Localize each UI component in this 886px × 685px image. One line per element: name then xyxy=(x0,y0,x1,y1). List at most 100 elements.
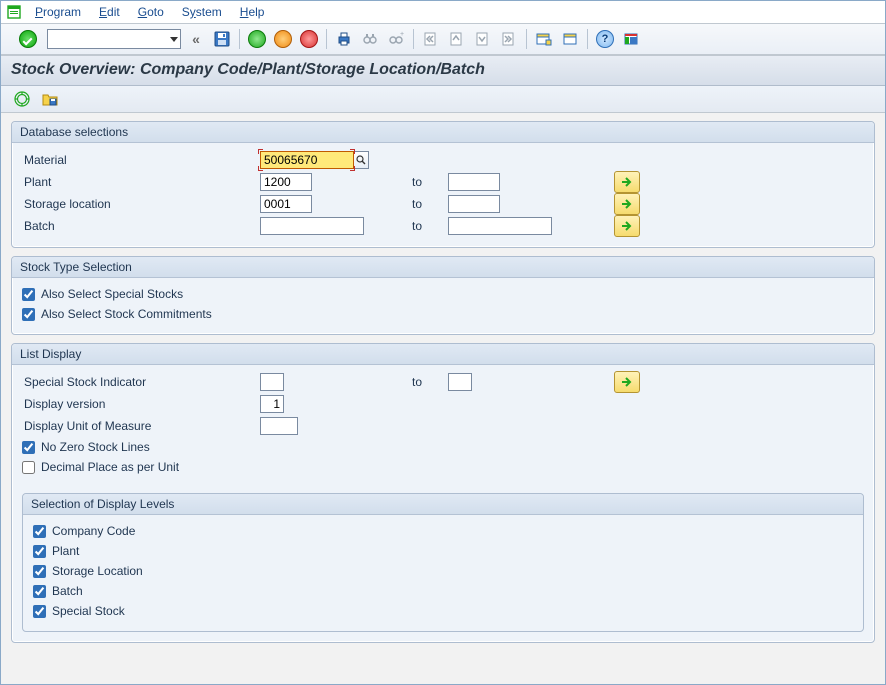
page-first-icon xyxy=(423,31,439,47)
display-version-input[interactable] xyxy=(260,395,284,413)
print-button[interactable] xyxy=(333,28,355,50)
checkbox-decimal-place[interactable]: Decimal Place as per Unit xyxy=(22,457,864,477)
sloc-low-input[interactable] xyxy=(260,195,312,213)
last-page-button[interactable] xyxy=(498,28,520,50)
exit-icon xyxy=(274,30,292,48)
level-special-stock-input[interactable] xyxy=(33,605,46,618)
ssi-low-input[interactable] xyxy=(260,373,284,391)
separator xyxy=(239,29,240,49)
stock-commitments-checkbox-input[interactable] xyxy=(22,308,35,321)
customize-button[interactable] xyxy=(620,28,642,50)
menu-help[interactable]: Help xyxy=(236,3,269,21)
menu-goto[interactable]: Goto xyxy=(134,3,168,21)
help-icon: ? xyxy=(596,30,614,48)
plant-low-input[interactable] xyxy=(260,173,312,191)
batch-low-input[interactable] xyxy=(260,217,364,235)
row-display-uom: Display Unit of Measure xyxy=(22,415,864,437)
group-header: List Display xyxy=(12,344,874,365)
system-toolbar: « xyxy=(1,24,885,55)
search-help-button[interactable] xyxy=(354,151,369,169)
checkbox-label: Also Select Stock Commitments xyxy=(41,307,212,321)
sloc-multiple-selection-button[interactable] xyxy=(614,193,640,215)
row-storage-location: Storage location to xyxy=(22,193,864,215)
row-material: Material xyxy=(22,149,864,171)
storage-location-label: Storage location xyxy=(22,197,254,211)
level-company-code-input[interactable] xyxy=(33,525,46,538)
checkbox-label: Company Code xyxy=(52,524,135,538)
window-menu-icon[interactable] xyxy=(7,5,21,19)
group-header: Database selections xyxy=(12,122,874,143)
separator xyxy=(526,29,527,49)
menu-system[interactable]: System xyxy=(178,3,226,21)
checkbox-level-batch[interactable]: Batch xyxy=(33,581,853,601)
execute-button[interactable] xyxy=(11,88,33,110)
back-button[interactable] xyxy=(246,28,268,50)
menu-edit[interactable]: Edit xyxy=(95,3,124,21)
sloc-high-input[interactable] xyxy=(448,195,500,213)
checkbox-label: Batch xyxy=(52,584,83,598)
special-stocks-checkbox-input[interactable] xyxy=(22,288,35,301)
checkbox-level-special-stock[interactable]: Special Stock xyxy=(33,601,853,621)
back-icon xyxy=(248,30,266,48)
batch-high-input[interactable] xyxy=(448,217,552,235)
no-zero-stock-checkbox-input[interactable] xyxy=(22,441,35,454)
display-uom-input[interactable] xyxy=(260,417,298,435)
checkbox-stock-commitments[interactable]: Also Select Stock Commitments xyxy=(22,304,864,324)
svg-text:+: + xyxy=(400,31,404,38)
next-page-button[interactable] xyxy=(472,28,494,50)
row-display-version: Display version xyxy=(22,393,864,415)
checkbox-label: Also Select Special Stocks xyxy=(41,287,183,301)
checkbox-level-storage-location[interactable]: Storage Location xyxy=(33,561,853,581)
shortcut-icon xyxy=(562,31,578,47)
shortcut-button[interactable] xyxy=(559,28,581,50)
find-next-button[interactable]: + xyxy=(385,28,407,50)
checkbox-level-plant[interactable]: Plant xyxy=(33,541,853,561)
exit-button[interactable] xyxy=(272,28,294,50)
transaction-combo[interactable] xyxy=(47,29,181,49)
save-button[interactable] xyxy=(211,28,233,50)
decimal-place-checkbox-input[interactable] xyxy=(22,461,35,474)
batch-multiple-selection-button[interactable] xyxy=(614,215,640,237)
batch-label: Batch xyxy=(22,219,254,233)
separator xyxy=(326,29,327,49)
level-batch-input[interactable] xyxy=(33,585,46,598)
checkbox-label: Plant xyxy=(52,544,79,558)
history-back-button[interactable]: « xyxy=(185,28,207,50)
checkbox-label: No Zero Stock Lines xyxy=(41,440,150,454)
cancel-button[interactable] xyxy=(298,28,320,50)
sap-window: Program Edit Goto System Help « xyxy=(0,0,886,685)
display-version-label: Display version xyxy=(22,397,254,411)
level-sloc-input[interactable] xyxy=(33,565,46,578)
plant-label: Plant xyxy=(22,175,254,189)
execute-icon xyxy=(14,91,30,107)
help-button[interactable]: ? xyxy=(594,28,616,50)
group-header: Stock Type Selection xyxy=(12,257,874,278)
new-session-button[interactable] xyxy=(533,28,555,50)
menu-program[interactable]: Program xyxy=(31,3,85,21)
display-uom-label: Display Unit of Measure xyxy=(22,419,254,433)
ssi-high-input[interactable] xyxy=(448,373,472,391)
save-variant-button[interactable] xyxy=(39,88,61,110)
material-input[interactable] xyxy=(260,151,354,169)
arrow-right-icon xyxy=(620,175,634,189)
find-button[interactable] xyxy=(359,28,381,50)
arrow-right-icon xyxy=(620,197,634,211)
ssi-multiple-selection-button[interactable] xyxy=(614,371,640,393)
group-database-selections: Database selections Material xyxy=(11,121,875,248)
plant-multiple-selection-button[interactable] xyxy=(614,171,640,193)
checkbox-special-stocks[interactable]: Also Select Special Stocks xyxy=(22,284,864,304)
prev-page-button[interactable] xyxy=(446,28,468,50)
save-icon xyxy=(214,31,230,47)
application-toolbar xyxy=(1,86,885,113)
row-plant: Plant to xyxy=(22,171,864,193)
checkbox-no-zero-stock[interactable]: No Zero Stock Lines xyxy=(22,437,864,457)
binoculars-plus-icon: + xyxy=(388,31,404,47)
page-down-icon xyxy=(475,31,491,47)
print-icon xyxy=(336,31,352,47)
plant-high-input[interactable] xyxy=(448,173,500,191)
level-plant-input[interactable] xyxy=(33,545,46,558)
enter-button[interactable] xyxy=(17,28,39,50)
checkbox-level-company-code[interactable]: Company Code xyxy=(33,521,853,541)
first-page-button[interactable] xyxy=(420,28,442,50)
separator xyxy=(587,29,588,49)
